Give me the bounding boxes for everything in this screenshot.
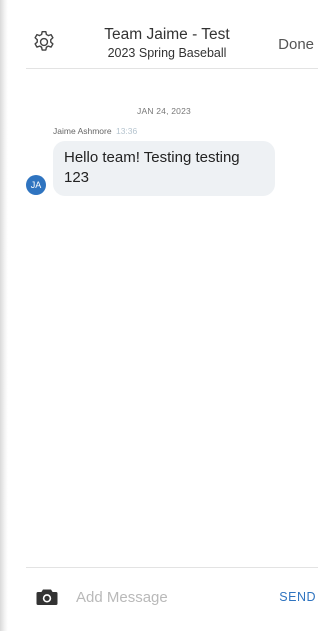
message-author: Jaime Ashmore: [53, 126, 112, 136]
chat-subtitle: 2023 Spring Baseball: [107, 46, 227, 60]
chat-header: Team Jaime - Test 2023 Spring Baseball D…: [26, 16, 318, 69]
send-button[interactable]: SEND: [279, 590, 316, 604]
date-divider: JAN 24, 2023: [137, 106, 191, 116]
message-bubble[interactable]: Hello team! Testing testing 123: [53, 141, 275, 196]
message-input[interactable]: [76, 585, 256, 609]
chat-title: Team Jaime - Test: [104, 26, 230, 43]
camera-icon: [36, 589, 58, 605]
camera-button[interactable]: [36, 588, 58, 606]
message-composer: SEND: [26, 567, 318, 622]
chat-title-block: Team Jaime - Test 2023 Spring Baseball: [76, 26, 258, 62]
done-button[interactable]: Done: [278, 36, 314, 53]
message-time: 13:36: [115, 126, 138, 136]
avatar[interactable]: JA: [26, 175, 46, 195]
screen-edge-shadow: [0, 0, 8, 631]
settings-button[interactable]: [30, 28, 58, 56]
message-meta: Jaime Ashmore 13:36: [53, 126, 137, 136]
gear-icon: [34, 31, 54, 51]
